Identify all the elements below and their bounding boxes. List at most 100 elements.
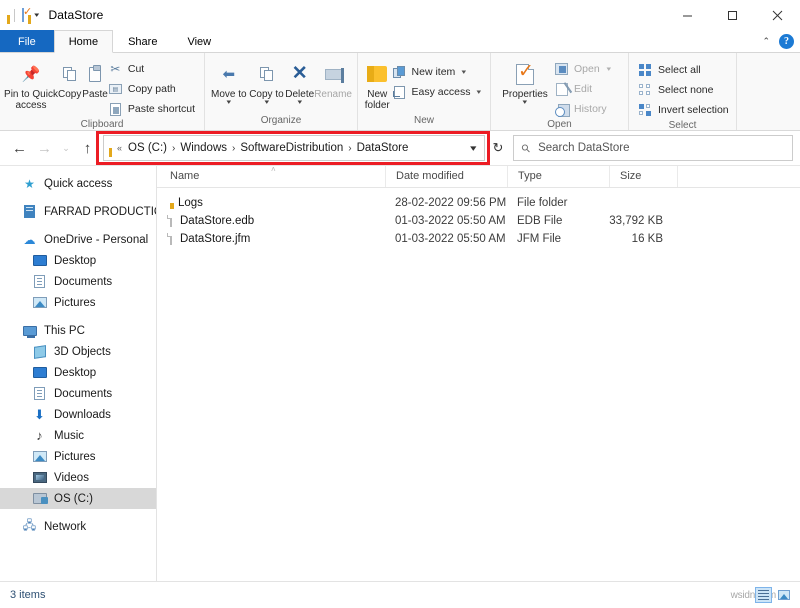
breadcrumb-overflow-icon[interactable]: «	[113, 143, 126, 153]
copy-to-button[interactable]: Copy to ▾	[248, 57, 286, 106]
file-name-cell[interactable]: DataStore.jfm	[157, 233, 385, 245]
breadcrumb-item-softwaredistribution[interactable]: SoftwareDistribution	[238, 142, 345, 154]
file-name-cell[interactable]: Logs	[157, 197, 385, 209]
file-name-cell[interactable]: DataStore.edb	[157, 215, 385, 227]
sidebar-item-quick-access[interactable]: ★ Quick access	[0, 173, 156, 194]
open-label: Open	[574, 63, 600, 75]
previous-locations-caret-icon[interactable]: ▾	[471, 143, 477, 154]
new-item-button[interactable]: New item ▾	[392, 63, 485, 81]
paste-shortcut-button[interactable]: Paste shortcut	[108, 100, 199, 118]
sidebar-item-3d-objects[interactable]: 3D Objects	[0, 341, 156, 362]
collapse-ribbon-icon[interactable]: ⌃	[762, 36, 770, 47]
minimize-button[interactable]	[665, 0, 710, 30]
downloads-icon: ⬇	[34, 406, 45, 422]
help-button[interactable]: ?	[779, 34, 794, 49]
breadcrumb-item-windows[interactable]: Windows	[178, 142, 229, 154]
address-bar[interactable]: « OS (C:) › Windows › SoftwareDistributi…	[103, 135, 485, 161]
select-all-button[interactable]: Select all	[638, 61, 733, 79]
sidebar-item-farrad-production[interactable]: FARRAD PRODUCTION	[0, 201, 156, 222]
star-icon: ★	[24, 176, 35, 191]
column-header-size[interactable]: Size	[609, 166, 677, 187]
move-to-button[interactable]: ⬅ Move to ▾	[210, 57, 248, 107]
cut-label: Cut	[127, 63, 145, 75]
properties-caret-icon[interactable]: ▾	[523, 99, 528, 106]
refresh-button[interactable]: ↻	[485, 135, 511, 161]
delete-icon: ✕	[291, 63, 308, 84]
forward-button: →	[37, 139, 52, 157]
paste-button[interactable]: Paste	[82, 57, 108, 100]
sidebar-item-documents[interactable]: Documents	[0, 383, 156, 404]
building-icon	[22, 204, 37, 219]
search-icon: ⚲	[519, 141, 534, 156]
tab-view[interactable]: View	[172, 30, 226, 53]
sidebar-item-desktop[interactable]: Desktop	[0, 362, 156, 383]
pin-to-quick-access-button[interactable]: 📌 Pin to Quick access	[4, 57, 58, 112]
ribbon-group-new: New folder New item ▾ Easy access ▾ New	[358, 53, 491, 130]
easy-access-caret-icon[interactable]: ▾	[477, 88, 482, 96]
history-label: History	[574, 103, 607, 115]
table-row[interactable]: Logs 28-02-2022 09:56 PM File folder	[157, 194, 800, 212]
tab-share[interactable]: Share	[113, 30, 172, 53]
ribbon-group-clipboard: 📌 Pin to Quick access Copy Paste ✂ Cut ▤…	[0, 53, 205, 130]
properties-button[interactable]: Properties ▾	[496, 57, 554, 107]
sidebar-item-downloads[interactable]: ⬇ Downloads	[0, 404, 156, 425]
easy-access-button[interactable]: Easy access ▾	[392, 83, 485, 101]
properties-icon[interactable]	[22, 8, 24, 22]
sidebar-item-videos[interactable]: Videos	[0, 467, 156, 488]
sidebar-item-onedrive-pictures[interactable]: Pictures	[0, 292, 156, 313]
search-box[interactable]: ⚲ Search DataStore	[513, 135, 793, 161]
column-header-date-modified[interactable]: Date modified	[385, 166, 507, 187]
sidebar-item-network[interactable]: 🖧 Network	[0, 516, 156, 537]
title-bar: ▾ DataStore	[0, 0, 800, 30]
new-item-icon	[392, 65, 407, 80]
delete-caret-icon[interactable]: ▾	[297, 99, 302, 106]
copy-label: Copy	[57, 89, 82, 100]
quick-access-toolbar: ▾	[0, 8, 39, 22]
sidebar-item-pictures[interactable]: Pictures	[0, 446, 156, 467]
new-folder-button[interactable]: New folder	[363, 57, 392, 111]
copy-path-button[interactable]: ▤ Copy path	[108, 80, 199, 98]
sidebar-item-onedrive-desktop[interactable]: Desktop	[0, 250, 156, 271]
edit-button: Edit	[554, 80, 614, 98]
select-none-button[interactable]: Select none	[638, 81, 733, 99]
table-row[interactable]: DataStore.jfm 01-03-2022 05:50 AM JFM Fi…	[157, 230, 800, 248]
invert-selection-button[interactable]: Invert selection	[638, 101, 733, 119]
file-type-cell: File folder	[517, 197, 568, 209]
3d-objects-icon	[32, 344, 47, 359]
customize-caret-icon[interactable]: ▾	[34, 11, 39, 19]
sidebar-item-label: Documents	[54, 275, 113, 288]
move-to-caret-icon[interactable]: ▾	[227, 99, 232, 106]
details-view-button[interactable]	[755, 587, 772, 603]
pictures-icon	[32, 449, 47, 464]
close-button[interactable]	[755, 0, 800, 30]
sidebar-item-label: Desktop	[54, 366, 97, 379]
copy-to-icon	[259, 59, 273, 89]
edit-icon	[554, 82, 569, 97]
column-header-type[interactable]: Type	[507, 166, 609, 187]
new-item-caret-icon[interactable]: ▾	[462, 68, 467, 76]
copy-to-caret-icon[interactable]: ▾	[264, 99, 269, 106]
sidebar-item-music[interactable]: ♪ Music	[0, 425, 156, 446]
tab-home[interactable]: Home	[53, 30, 114, 53]
back-button[interactable]: ←	[7, 136, 32, 161]
tab-file[interactable]: File	[0, 30, 54, 53]
copy-button[interactable]: Copy	[57, 57, 82, 100]
sidebar-item-label: Videos	[54, 471, 89, 484]
sidebar-item-this-pc[interactable]: This PC	[0, 320, 156, 341]
group-label-organize: Organize	[260, 115, 302, 126]
cut-button[interactable]: ✂ Cut	[108, 60, 199, 78]
column-header-name[interactable]: Name	[157, 166, 385, 187]
large-icons-view-button[interactable]	[775, 587, 792, 603]
sidebar-item-onedrive-personal[interactable]: ☁ OneDrive - Personal	[0, 229, 156, 250]
table-row[interactable]: DataStore.edb 01-03-2022 05:50 AM EDB Fi…	[157, 212, 800, 230]
sidebar-item-os-c[interactable]: OS (C:)	[0, 488, 156, 509]
maximize-button[interactable]	[710, 0, 755, 30]
breadcrumb-item-os-c[interactable]: OS (C:)	[126, 142, 169, 154]
delete-button[interactable]: ✕ Delete ▾	[285, 57, 314, 106]
up-button[interactable]: ↑	[75, 136, 100, 161]
sidebar-item-onedrive-documents[interactable]: Documents	[0, 271, 156, 292]
sidebar-item-label: Pictures	[54, 296, 96, 309]
breadcrumb-item-datastore[interactable]: DataStore	[355, 142, 411, 154]
sidebar-item-label: This PC	[44, 324, 85, 337]
recent-locations-button[interactable]: ⌄	[57, 136, 75, 161]
